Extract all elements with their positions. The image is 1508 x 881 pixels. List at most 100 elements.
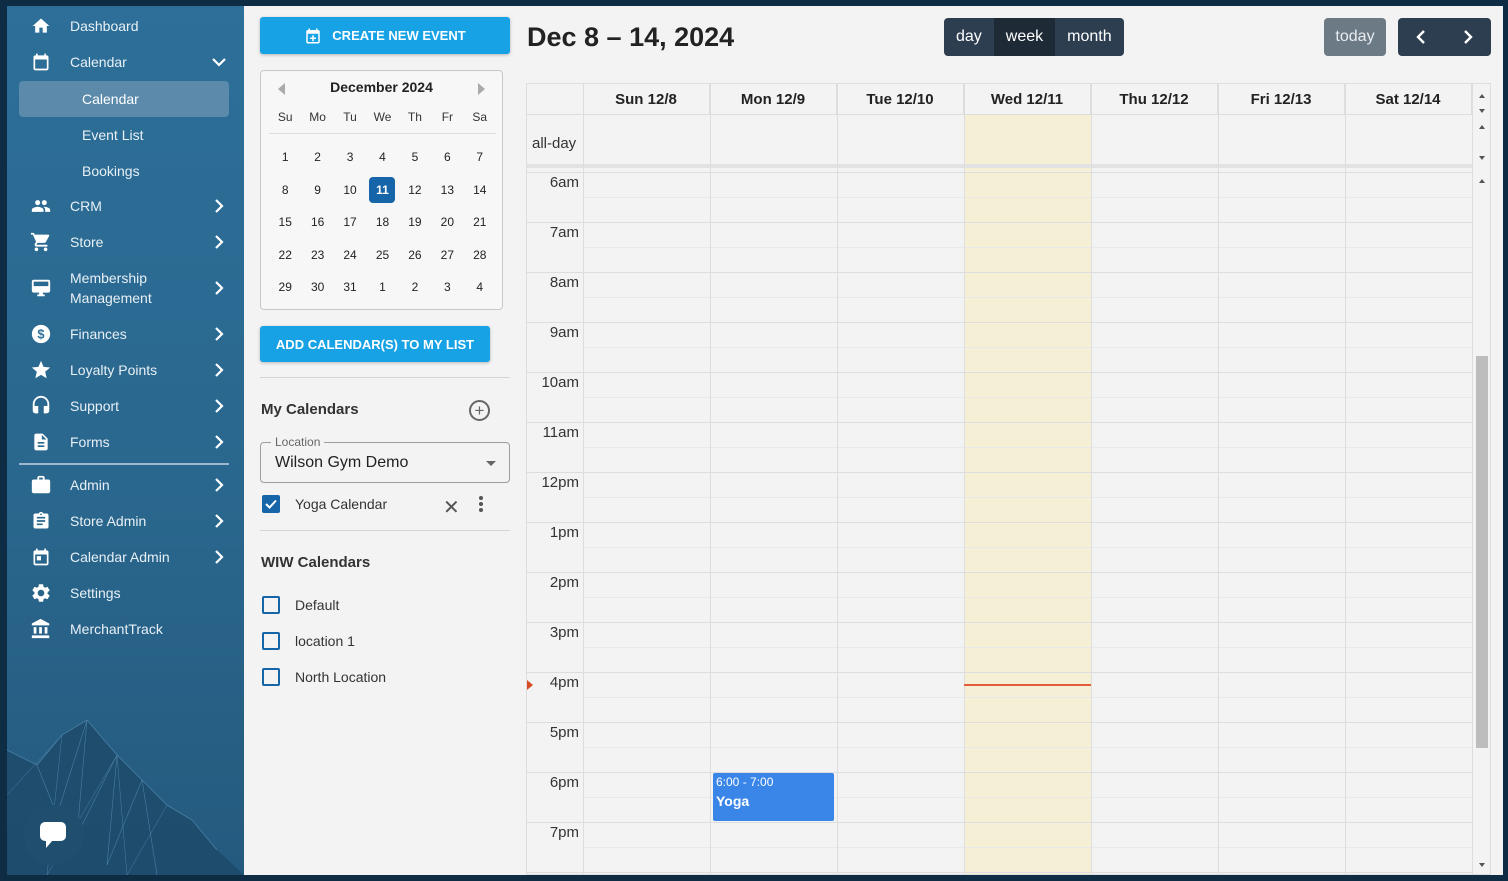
mini-calendar-day[interactable]: 10 <box>334 174 366 207</box>
wiw-calendar-north-location[interactable]: North Location <box>262 665 386 689</box>
view-month-button[interactable]: month <box>1055 18 1124 56</box>
sidebar-item-loyalty-points[interactable]: Loyalty Points <box>19 352 229 388</box>
mini-calendar-day[interactable]: 27 <box>431 239 463 272</box>
add-calendar-icon[interactable]: + <box>469 400 490 421</box>
mini-calendar-day[interactable]: 22 <box>269 239 301 272</box>
sidebar-item-store-admin[interactable]: Store Admin <box>19 503 229 539</box>
checkbox-checked[interactable] <box>262 495 280 513</box>
mini-calendar-day[interactable]: 28 <box>464 239 496 272</box>
mini-calendar-day[interactable]: 3 <box>431 271 463 304</box>
wiw-calendar-location-1[interactable]: location 1 <box>262 629 355 653</box>
scroll-up-icon[interactable] <box>1479 94 1485 98</box>
create-event-button[interactable]: CREATE NEW EVENT <box>260 17 510 54</box>
mini-calendar-day[interactable]: 21 <box>464 206 496 239</box>
current-time-line <box>964 684 1091 686</box>
checkbox[interactable] <box>262 596 280 614</box>
mini-calendar-day[interactable]: 24 <box>334 239 366 272</box>
sidebar-item-support[interactable]: Support <box>19 388 229 424</box>
mini-calendar-day[interactable]: 15 <box>269 206 301 239</box>
mini-calendar-day[interactable]: 8 <box>269 174 301 207</box>
mini-calendar-day[interactable]: 30 <box>301 271 333 304</box>
sidebar: Dashboard Calendar Calendar Event List B… <box>7 6 244 875</box>
view-day-button[interactable]: day <box>944 18 994 56</box>
sidebar-item-calendar[interactable]: Calendar <box>19 44 229 80</box>
scroll-down-icon[interactable] <box>1479 109 1485 113</box>
mini-calendar-day[interactable]: 4 <box>464 271 496 304</box>
sidebar-item-calendar-admin[interactable]: Calendar Admin <box>19 539 229 575</box>
header-divider <box>527 114 1473 115</box>
sidebar-item-crm[interactable]: CRM <box>19 188 229 224</box>
checkbox[interactable] <box>262 632 280 650</box>
sidebar-item-membership-management[interactable]: Membership Management <box>19 264 229 312</box>
event-yoga[interactable]: 6:00 - 7:00 Yoga <box>713 773 834 821</box>
hour-line <box>527 172 1473 173</box>
hour-line <box>527 422 1473 423</box>
sidebar-item-merchanttrack[interactable]: MerchantTrack <box>19 611 229 647</box>
chat-button[interactable] <box>24 805 84 865</box>
next-week-button[interactable] <box>1445 18 1492 56</box>
mini-calendar-day[interactable]: 6 <box>431 141 463 174</box>
mini-calendar-day[interactable]: 7 <box>464 141 496 174</box>
prev-week-button[interactable] <box>1398 18 1445 56</box>
mini-calendar-day[interactable]: 2 <box>399 271 431 304</box>
sidebar-item-finances[interactable]: $ Finances <box>19 316 229 352</box>
mini-calendar-day[interactable]: 4 <box>366 141 398 174</box>
mini-calendar-day[interactable]: 25 <box>366 239 398 272</box>
mini-calendar-day[interactable]: 14 <box>464 174 496 207</box>
scroll-down-icon[interactable] <box>1479 863 1485 867</box>
mini-calendar-day[interactable]: 20 <box>431 206 463 239</box>
add-calendars-button[interactable]: ADD CALENDAR(S) TO MY LIST <box>260 326 490 362</box>
dollar-circle-icon: $ <box>19 323 59 345</box>
mini-calendar-day[interactable]: 18 <box>366 206 398 239</box>
sidebar-subitem-bookings[interactable]: Bookings <box>19 153 229 189</box>
mini-calendar-day-selected[interactable]: 11 <box>366 174 398 207</box>
calendar-item-yoga[interactable]: Yoga Calendar <box>262 492 387 516</box>
sidebar-item-store[interactable]: Store <box>19 224 229 260</box>
scrollbar-thumb[interactable] <box>1476 356 1488 748</box>
mini-calendar-day[interactable]: 5 <box>399 141 431 174</box>
today-button[interactable]: today <box>1324 18 1386 56</box>
sidebar-subitem-calendar[interactable]: Calendar <box>19 81 229 117</box>
scroll-down-icon[interactable] <box>1479 156 1485 160</box>
scroll-up-icon[interactable] <box>1479 125 1485 129</box>
sidebar-subitem-event-list[interactable]: Event List <box>19 117 229 153</box>
weekday-label: Fr <box>441 110 454 124</box>
mini-calendar-day[interactable]: 1 <box>366 271 398 304</box>
more-options-icon[interactable] <box>479 496 483 514</box>
half-hour-line <box>583 397 1473 398</box>
sidebar-item-dashboard[interactable]: Dashboard <box>19 8 229 44</box>
mini-calendar-day[interactable]: 9 <box>301 174 333 207</box>
scroll-up-icon[interactable] <box>1479 179 1485 183</box>
half-hour-line <box>583 447 1473 448</box>
location-select[interactable]: Location Wilson Gym Demo <box>260 435 510 483</box>
mini-calendar-days: 1 2 3 4 5 6 7 8 9 10 11 12 13 14 15 16 17 18 19 20 21 22 23 24 2… <box>269 141 496 304</box>
people-icon <box>19 196 59 216</box>
mini-calendar-day[interactable]: 19 <box>399 206 431 239</box>
mini-calendar-day[interactable]: 31 <box>334 271 366 304</box>
mini-calendar-day[interactable]: 26 <box>399 239 431 272</box>
mini-calendar-day[interactable]: 17 <box>334 206 366 239</box>
mini-calendar-day[interactable]: 23 <box>301 239 333 272</box>
day-column-header: Wed 12/11 <box>964 84 1091 114</box>
mini-calendar-day[interactable]: 2 <box>301 141 333 174</box>
mini-calendar-day[interactable]: 29 <box>269 271 301 304</box>
remove-calendar-icon[interactable]: ✕ <box>443 495 460 520</box>
wiw-calendar-default[interactable]: Default <box>262 593 339 617</box>
view-week-button[interactable]: week <box>993 18 1056 56</box>
sidebar-item-forms[interactable]: Forms <box>19 424 229 460</box>
time-label: 8am <box>549 274 579 291</box>
sidebar-item-admin[interactable]: Admin <box>19 467 229 503</box>
mini-calendar-day[interactable]: 16 <box>301 206 333 239</box>
current-time-arrow <box>527 680 533 690</box>
sidebar-item-settings[interactable]: Settings <box>19 575 229 611</box>
mini-calendar-next-icon[interactable] <box>478 83 485 95</box>
mini-calendar-day[interactable]: 3 <box>334 141 366 174</box>
week-nav <box>1398 18 1491 56</box>
mini-calendar-day[interactable]: 13 <box>431 174 463 207</box>
mini-calendar-day[interactable]: 12 <box>399 174 431 207</box>
mini-calendar-day[interactable]: 1 <box>269 141 301 174</box>
half-hour-line <box>583 197 1473 198</box>
checkbox[interactable] <box>262 668 280 686</box>
sidebar-subitem-label: Bookings <box>82 163 140 179</box>
day-column-header: Sun 12/8 <box>583 84 710 114</box>
